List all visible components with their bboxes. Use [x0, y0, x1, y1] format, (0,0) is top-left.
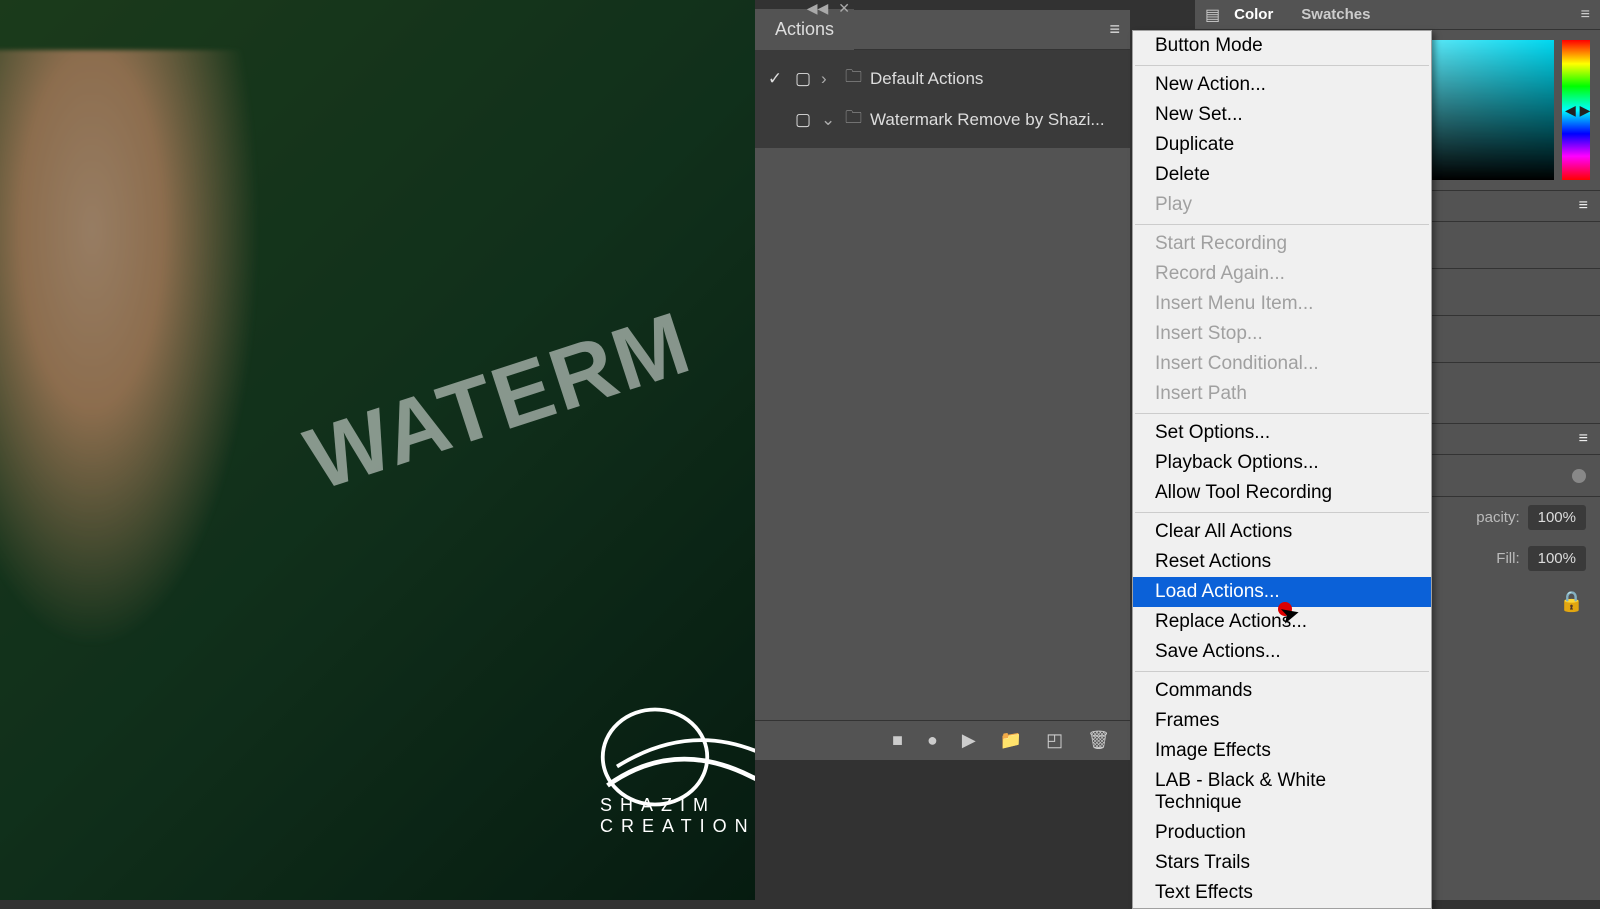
panel-menu-icon[interactable]: ≡ [1109, 19, 1120, 40]
tab-color[interactable]: Color [1220, 0, 1287, 29]
menu-item-record-again: Record Again... [1133, 259, 1431, 289]
action-set-label: Default Actions [870, 69, 983, 89]
menu-separator [1135, 671, 1429, 672]
panel-icon[interactable]: ▤ [1205, 5, 1220, 25]
fill-value[interactable]: 100% [1528, 546, 1586, 571]
trash-icon[interactable]: 🗑 [1087, 730, 1110, 751]
panel-collapse-controls[interactable]: ◀◀ ✕ [755, 0, 1130, 17]
menu-item-text-effects[interactable]: Text Effects [1133, 878, 1431, 908]
opacity-label: pacity: [1476, 509, 1519, 526]
menu-item-set-options[interactable]: Set Options... [1133, 418, 1431, 448]
folder-icon: 🗀 [845, 64, 862, 93]
canvas[interactable]: WATERM SHAZIM CREATIONS [0, 0, 755, 900]
actions-list: ✓ ▢ › 🗀 Default Actions ▢ ⌄ 🗀 Watermark … [755, 50, 1130, 148]
collapse-icon[interactable]: ◀◀ [807, 0, 829, 17]
menu-separator [1135, 224, 1429, 225]
actions-footer: ■ ● ▶ 📁 ◰ 🗑 [755, 720, 1130, 760]
menu-item-insert-menu-item: Insert Menu Item... [1133, 289, 1431, 319]
hue-slider-indicator[interactable]: ◀ ▶ [1565, 102, 1590, 119]
menu-item-lab-black-white-technique[interactable]: LAB - Black & White Technique [1133, 766, 1431, 818]
signature-caption: SHAZIM CREATIONS [600, 795, 755, 837]
menu-separator [1135, 413, 1429, 414]
actions-context-menu: Button Mode New Action...New Set...Duplic… [1132, 30, 1432, 909]
actions-panel: ◀◀ ✕ Actions ≡ ✓ ▢ › 🗀 Default Actions ▢… [755, 10, 1130, 760]
toggle-check-icon[interactable]: ✓ [765, 69, 785, 89]
expand-caret-icon[interactable]: › [821, 69, 837, 89]
menu-item-insert-path: Insert Path [1133, 379, 1431, 409]
record-icon[interactable]: ● [927, 730, 938, 751]
stop-icon[interactable]: ■ [892, 730, 903, 751]
action-set-row[interactable]: ▢ ⌄ 🗀 Watermark Remove by Shazi... [755, 99, 1130, 140]
menu-item-button-mode[interactable]: Button Mode [1133, 31, 1431, 61]
new-action-icon[interactable]: ◰ [1046, 730, 1063, 751]
menu-item-allow-tool-recording[interactable]: Allow Tool Recording [1133, 478, 1431, 508]
menu-item-playback-options[interactable]: Playback Options... [1133, 448, 1431, 478]
menu-item-delete[interactable]: Delete [1133, 160, 1431, 190]
fill-label: Fill: [1496, 550, 1519, 567]
menu-item-clear-all-actions[interactable]: Clear All Actions [1133, 517, 1431, 547]
new-set-icon[interactable]: 📁 [1000, 730, 1022, 751]
toggle-dialog-icon[interactable]: ▢ [793, 69, 813, 89]
menu-item-insert-conditional: Insert Conditional... [1133, 349, 1431, 379]
menu-item-insert-stop: Insert Stop... [1133, 319, 1431, 349]
menu-item-image-effects[interactable]: Image Effects [1133, 736, 1431, 766]
menu-item-commands[interactable]: Commands [1133, 676, 1431, 706]
action-set-row[interactable]: ✓ ▢ › 🗀 Default Actions [755, 58, 1130, 99]
play-icon[interactable]: ▶ [962, 730, 976, 751]
panel-menu-icon[interactable]: ≡ [1579, 430, 1588, 448]
toggle-dialog-icon[interactable]: ▢ [793, 110, 813, 130]
menu-item-start-recording: Start Recording [1133, 229, 1431, 259]
expand-caret-icon[interactable]: ⌄ [821, 110, 837, 130]
menu-item-new-action[interactable]: New Action... [1133, 70, 1431, 100]
panel-menu-icon[interactable]: ≡ [1581, 6, 1590, 24]
watermark-overlay-text: WATERM [294, 291, 703, 511]
panel-menu-icon[interactable]: ≡ [1579, 197, 1588, 215]
action-set-label: Watermark Remove by Shazi... [870, 110, 1105, 130]
menu-item-frames[interactable]: Frames [1133, 706, 1431, 736]
menu-item-stars-trails[interactable]: Stars Trails [1133, 848, 1431, 878]
menu-item-duplicate[interactable]: Duplicate [1133, 130, 1431, 160]
menu-item-new-set[interactable]: New Set... [1133, 100, 1431, 130]
menu-separator [1135, 512, 1429, 513]
close-icon[interactable]: ✕ [838, 0, 850, 17]
folder-icon: 🗀 [845, 105, 862, 134]
menu-item-play: Play [1133, 190, 1431, 220]
opacity-value[interactable]: 100% [1528, 505, 1586, 530]
tab-swatches[interactable]: Swatches [1287, 0, 1384, 29]
lock-icon[interactable]: 🔒 [1559, 589, 1584, 614]
menu-item-save-actions[interactable]: Save Actions... [1133, 637, 1431, 667]
menu-separator [1135, 65, 1429, 66]
filter-toggle[interactable] [1572, 469, 1586, 483]
menu-item-reset-actions[interactable]: Reset Actions [1133, 547, 1431, 577]
menu-item-production[interactable]: Production [1133, 818, 1431, 848]
